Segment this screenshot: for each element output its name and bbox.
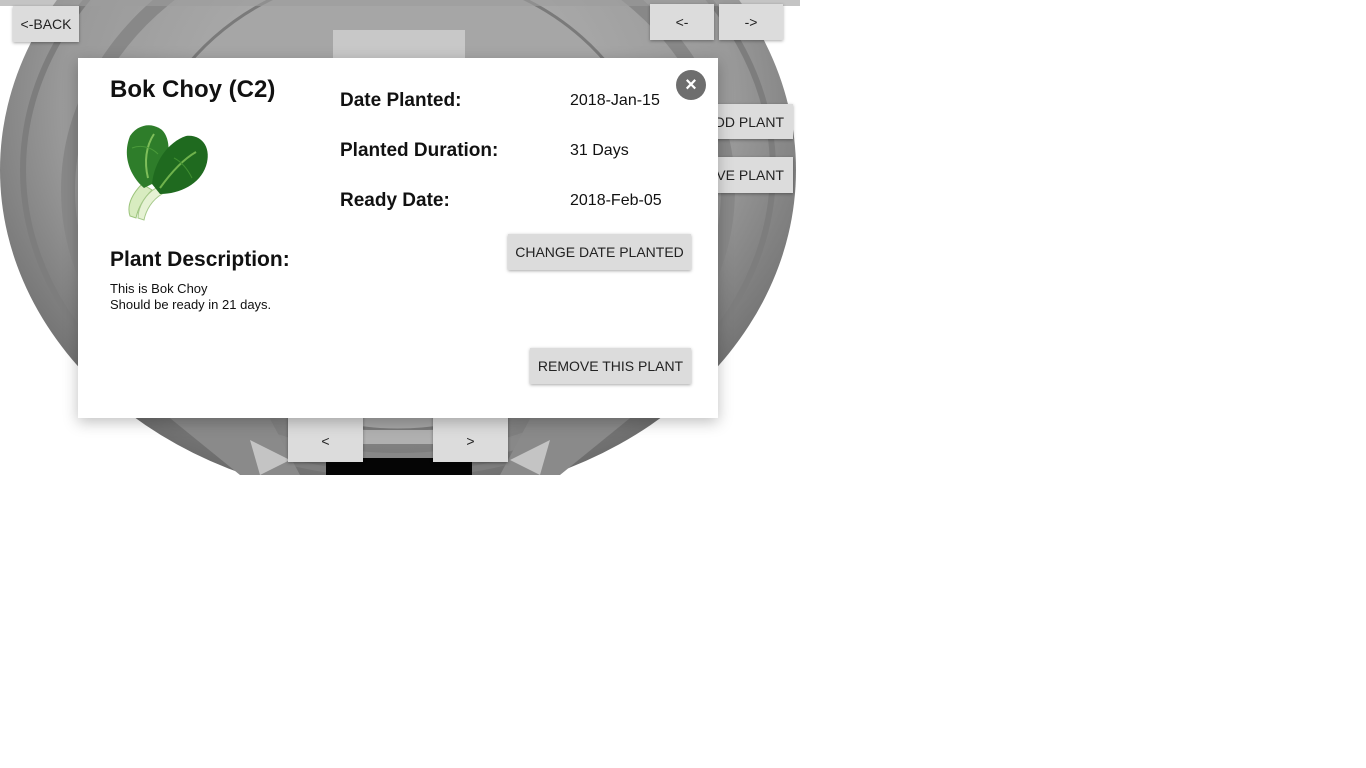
- previous-row-button[interactable]: <: [288, 414, 363, 462]
- planted-duration-value: 31 Days: [570, 142, 629, 159]
- previous-view-button[interactable]: <-: [650, 4, 714, 40]
- close-icon[interactable]: ×: [676, 70, 706, 100]
- date-planted-label: Date Planted:: [340, 90, 462, 111]
- ready-date-value: 2018-Feb-05: [570, 192, 662, 209]
- remove-this-plant-button[interactable]: REMOVE THIS PLANT: [530, 348, 691, 384]
- back-button[interactable]: <-BACK: [13, 6, 79, 42]
- planted-duration-label: Planted Duration:: [340, 140, 499, 161]
- plant-title: Bok Choy (C2): [110, 76, 276, 103]
- description-heading: Plant Description:: [110, 248, 290, 271]
- next-row-button[interactable]: >: [433, 414, 508, 462]
- plant-details-dialog: Bok Choy (C2) × Plant Description: This …: [78, 58, 718, 418]
- change-date-planted-button[interactable]: CHANGE DATE PLANTED: [508, 234, 691, 270]
- date-planted-value: 2018-Jan-15: [570, 92, 660, 109]
- bok-choy-image: [126, 125, 208, 221]
- description-line: This is Bok Choy: [110, 281, 208, 296]
- description-line: Should be ready in 21 days.: [110, 297, 272, 312]
- next-view-button[interactable]: ->: [719, 4, 783, 40]
- ready-date-label: Ready Date:: [340, 190, 450, 211]
